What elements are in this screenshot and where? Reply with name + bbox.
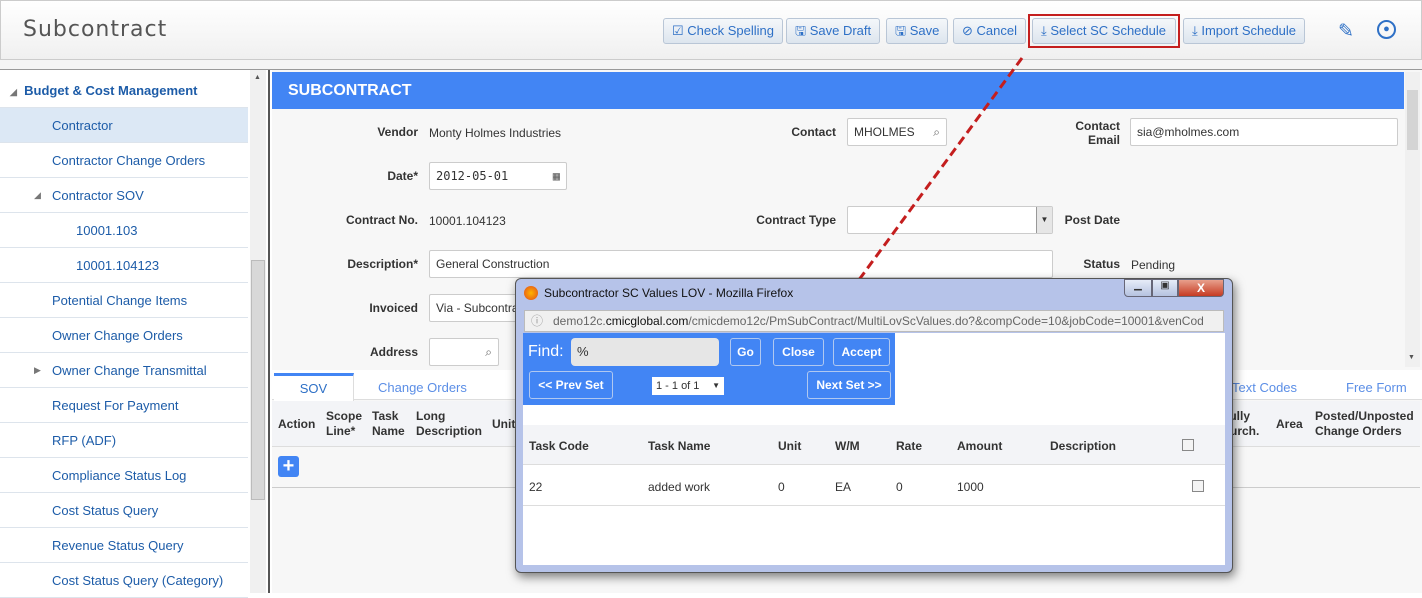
url-bar[interactable]: ⓘ demo12c.cmicglobal.com/cmicdemo12c/PmSu… (524, 310, 1224, 332)
lov-toolbar: Find: % Go Close Accept << Prev Set 1 - … (523, 333, 895, 405)
minimize-button[interactable]: ▁ (1124, 279, 1152, 297)
page-select[interactable]: 1 - 1 of 1 ▼ (652, 377, 724, 395)
prev-set-button[interactable]: << Prev Set (529, 371, 613, 399)
column-header: Description (1050, 439, 1117, 453)
column-header: W/M (835, 439, 860, 453)
select-all-checkbox[interactable] (1182, 439, 1194, 451)
column-header: Task Code (529, 439, 589, 453)
page-value: 1 - 1 of 1 (656, 380, 700, 392)
task-code-cell: 22 (529, 480, 543, 494)
lov-table-row[interactable]: 22 added work 0 EA 0 1000 (523, 466, 1225, 506)
column-header: Rate (896, 439, 923, 453)
lov-table-header: Task Code Task Name Unit W/M Rate Amount… (523, 425, 1225, 465)
lov-popup-window: Subcontractor SC Values LOV - Mozilla Fi… (515, 278, 1233, 573)
maximize-button[interactable]: ▣ (1152, 279, 1178, 297)
close-window-button[interactable]: X (1178, 279, 1224, 297)
url-text: demo12c. (553, 314, 606, 328)
column-header: Unit (778, 439, 802, 453)
url-domain: cmicglobal.com (605, 314, 689, 328)
amount-cell: 1000 (957, 480, 984, 494)
window-title: Subcontractor SC Values LOV - Mozilla Fi… (544, 286, 794, 300)
task-name-cell: added work (648, 480, 711, 494)
arrow-line (848, 57, 1024, 293)
close-button[interactable]: Close (773, 338, 824, 366)
row-checkbox[interactable] (1192, 480, 1204, 492)
column-header: Amount (957, 439, 1003, 453)
wm-cell: EA (835, 480, 852, 494)
next-set-button[interactable]: Next Set >> (807, 371, 891, 399)
go-button[interactable]: Go (730, 338, 761, 366)
accept-button[interactable]: Accept (833, 338, 890, 366)
find-label: Find: (528, 343, 564, 360)
url-text: /cmicdemo12c/PmSubContract/MultiLovScVal… (688, 314, 1204, 328)
rate-cell: 0 (896, 480, 903, 494)
chevron-down-icon: ▼ (712, 381, 720, 390)
column-header: Task Name (648, 439, 711, 453)
info-icon: ⓘ (531, 314, 544, 328)
popup-content: Find: % Go Close Accept << Prev Set 1 - … (523, 333, 1225, 565)
find-input[interactable]: % (571, 338, 719, 366)
unit-cell: 0 (778, 480, 785, 494)
firefox-icon (524, 286, 538, 300)
